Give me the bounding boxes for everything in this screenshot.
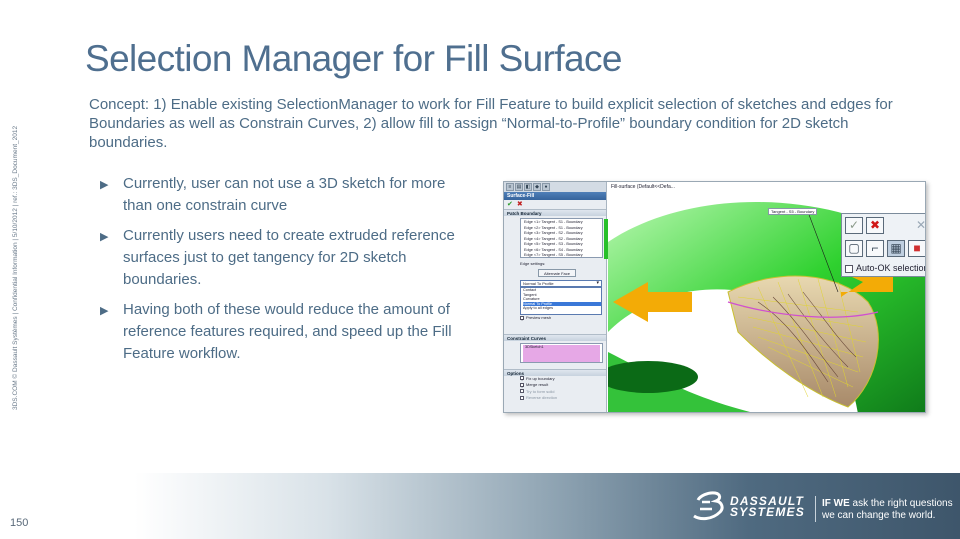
alternate-face-button[interactable]: Alternate Face <box>538 269 576 277</box>
checkbox[interactable]: ✓ <box>520 315 524 322</box>
graphics-viewport[interactable]: Fill-surface (Default<<Defa... Tangent -… <box>598 182 926 412</box>
cancel-x-icon[interactable]: ✖ <box>866 217 884 234</box>
callout-label: Tangent - S5 - Boundary <box>768 208 818 215</box>
checkbox[interactable]: ✓ <box>520 376 524 382</box>
page-number: 150 <box>10 517 29 529</box>
ok-check-icon[interactable]: ✓ <box>845 217 863 234</box>
checkbox[interactable] <box>520 389 524 394</box>
appearance-icon[interactable]: ● <box>542 183 550 191</box>
option-label: Reverse direction <box>526 395 558 400</box>
patch-boundary-header[interactable]: Patch Boundary <box>504 209 606 216</box>
bullet-item: ▶ Currently, user can not use a 3D sketch… <box>100 173 470 217</box>
option-label: Try to form solid <box>526 388 555 394</box>
bullet-arrow-icon: ▶ <box>100 305 109 317</box>
pm-ok-cancel: ✔ ✖ <box>504 200 606 209</box>
select-group-icon[interactable]: ■ <box>908 240 925 257</box>
closed-loop-icon[interactable]: ▢ <box>845 240 863 257</box>
condition-select[interactable]: Normal To Profile <box>520 280 602 287</box>
option-label: Merge result <box>526 382 549 387</box>
open-loop-icon[interactable]: ⌐ <box>866 240 884 257</box>
viewport-header: Fill-surface (Default<<Defa... <box>611 184 675 190</box>
brand-divider <box>815 496 816 522</box>
selection-manager-toolbar: ✓ ✖ ✕ ⚲ ▢ ⌐ ▦ ■ ↖ Auto-OK selections <box>841 213 926 277</box>
tagline-rest: ask the right questions <box>849 498 953 509</box>
condition-dropdown[interactable]: Contact Tangent Curvature Normal To Prof… <box>520 287 602 315</box>
cancel-x-icon[interactable]: ✖ <box>517 201 523 208</box>
green-rim <box>598 361 698 393</box>
auto-ok-label: Auto-OK selections <box>856 263 926 273</box>
tagline-bold: IF WE <box>822 498 850 509</box>
property-manager-icon[interactable]: ▤ <box>515 183 523 191</box>
3ds-logo-icon <box>693 491 724 521</box>
brand-name: DASSAULT SYSTEMES <box>730 495 805 519</box>
checkbox[interactable] <box>845 264 853 273</box>
bullet-text: Currently users need to create extruded … <box>123 227 455 288</box>
config-icon[interactable]: ◧ <box>524 183 532 191</box>
bullet-arrow-icon: ▶ <box>100 231 109 243</box>
auto-ok-option[interactable]: Auto-OK selections <box>845 263 926 273</box>
clear-selection-icon[interactable]: ✕ <box>912 217 925 234</box>
options-header[interactable]: Options <box>504 368 606 376</box>
property-manager: ≡ ▤ ◧ ◆ ● Surface-Fill ✔ ✖ Patch Boundar… <box>504 182 609 412</box>
boundary-item[interactable]: Edge <7> Tangent - S5 - Boundary <box>524 253 599 259</box>
checkbox[interactable]: ✓ <box>520 382 524 389</box>
confidential-note: 3DS.COM © Dassault Systèmes | Confidenti… <box>12 125 19 410</box>
constraint-item[interactable]: 3DSketch1 <box>523 344 600 362</box>
option-label: Fix up boundary <box>526 375 555 381</box>
concept-paragraph: Concept: 1) Enable existing SelectionMan… <box>89 96 893 151</box>
pm-toolbar: ≡ ▤ ◧ ◆ ● <box>504 182 606 192</box>
slide-title: Selection Manager for Fill Surface <box>85 38 623 79</box>
checkbox[interactable] <box>520 395 524 400</box>
bullet-text: Currently, user can not use a 3D sketch … <box>123 175 446 214</box>
feature-tree-icon[interactable]: ≡ <box>506 183 514 191</box>
brand-line-2: SYSTEMES <box>730 505 805 519</box>
bullet-item: ▶ Having both of these would reduce the a… <box>100 299 470 365</box>
constraint-curves-header[interactable]: Constraint Curves <box>504 333 606 341</box>
edge-settings-label: Edge settings: <box>520 261 546 266</box>
pm-title: Surface-Fill <box>504 192 606 200</box>
boundary-list[interactable]: Edge <1> Tangent - S1 - Boundary Edge <2… <box>520 218 609 259</box>
apply-all-option[interactable]: Apply to all edges <box>523 306 601 311</box>
footer-band <box>0 473 960 539</box>
bullet-arrow-icon: ▶ <box>100 179 109 191</box>
preview-mesh-label: Preview mesh <box>526 315 552 320</box>
option-reverse-direction[interactable]: Reverse direction <box>504 395 606 402</box>
tagline: IF WE ask the right questions we can cha… <box>822 498 953 522</box>
constraint-list[interactable]: 3DSketch1 <box>520 342 603 363</box>
display-icon[interactable]: ◆ <box>533 183 541 191</box>
bullet-list: ▶ Currently, user can not use a 3D sketch… <box>100 173 470 373</box>
ok-check-icon[interactable]: ✔ <box>507 201 513 208</box>
tagline-line-2: we can change the world. <box>822 510 936 521</box>
solidworks-screenshot: ≡ ▤ ◧ ◆ ● Surface-Fill ✔ ✖ Patch Boundar… <box>503 181 926 413</box>
preview-mesh-option[interactable]: ✓ Preview mesh <box>504 315 606 322</box>
bullet-text: Having both of these would reduce the am… <box>123 301 452 362</box>
select-region-icon[interactable]: ▦ <box>887 240 905 257</box>
bullet-item: ▶ Currently users need to create extruded… <box>100 225 470 291</box>
